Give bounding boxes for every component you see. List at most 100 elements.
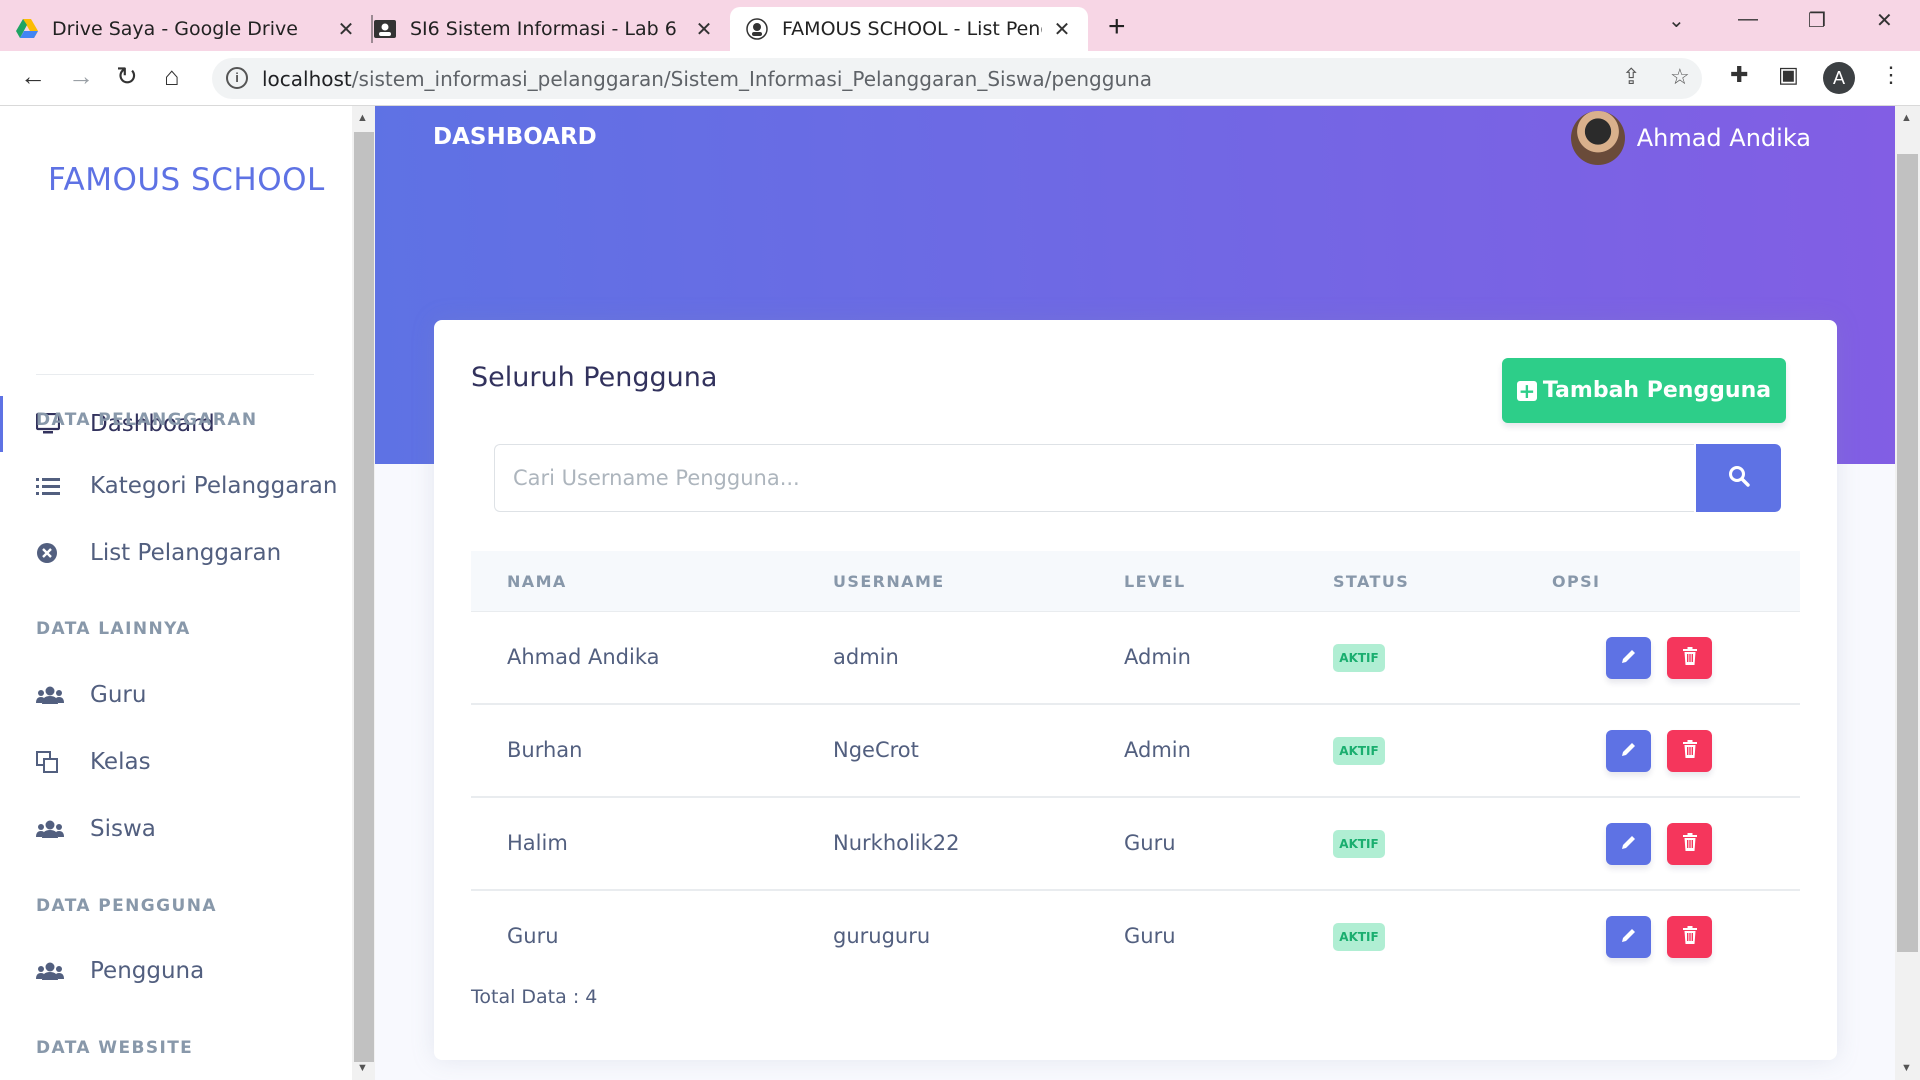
sidebar-item-label: Pengguna (90, 958, 205, 984)
status-badge: AKTIF (1333, 644, 1385, 672)
tab-separator (371, 15, 373, 43)
cell-level: Guru (1124, 831, 1176, 855)
delete-button[interactable] (1667, 637, 1712, 679)
sidebar-item-kategori-pelanggaran[interactable]: Kategori Pelanggaran (0, 458, 340, 514)
user-menu[interactable]: Ahmad Andika (1570, 111, 1811, 165)
edit-button[interactable] (1606, 730, 1651, 772)
home-icon[interactable]: ⌂ (164, 61, 180, 92)
tab-title: SI6 Sistem Informasi - Lab 6 (410, 18, 677, 40)
sidebar: FAMOUS SCHOOL Dashboard DATA PELANGGARAN… (0, 106, 352, 1080)
edit-button[interactable] (1606, 637, 1651, 679)
close-icon[interactable]: ✕ (692, 17, 716, 41)
cell-username: admin (833, 645, 899, 669)
users-card: Seluruh Pengguna + Tambah Pengguna NAMA … (434, 320, 1837, 1060)
tab-title: FAMOUS SCHOOL - List Penggun (782, 18, 1042, 40)
tab-search-chevron-down-icon[interactable]: ⌄ (1668, 8, 1685, 33)
add-user-button[interactable]: + Tambah Pengguna (1502, 358, 1786, 423)
pencil-icon (1620, 926, 1638, 949)
bookmark-star-icon[interactable]: ☆ (1670, 64, 1690, 90)
site-info-icon[interactable]: i (226, 67, 248, 89)
side-panel-icon[interactable]: ▣ (1778, 62, 1799, 88)
heading-data-lainnya: DATA LAINNYA (36, 619, 191, 639)
main-content: DASHBOARD Ahmad Andika Seluruh Pengguna … (375, 106, 1895, 1080)
sidebar-item-list-pelanggaran[interactable]: List Pelanggaran (0, 525, 340, 581)
tab-google-drive[interactable]: Drive Saya - Google Drive ✕ (16, 7, 372, 51)
profile-avatar[interactable]: A (1823, 62, 1855, 94)
share-icon[interactable]: ⇪ (1622, 64, 1640, 90)
edit-button[interactable] (1606, 823, 1651, 865)
page-scrollbar-thumb[interactable] (1897, 154, 1918, 952)
sidebar-divider (36, 374, 314, 375)
sidebar-item-label: Kategori Pelanggaran (90, 473, 338, 499)
restore-icon[interactable]: ❐ (1808, 8, 1826, 33)
status-badge: AKTIF (1333, 830, 1385, 858)
sidebar-item-siswa[interactable]: Siswa (0, 801, 340, 857)
forward-arrow-icon[interactable]: → (68, 61, 94, 92)
total-data-text: Total Data : 4 (471, 986, 598, 1008)
pencil-icon (1620, 647, 1638, 670)
times-circle-icon (36, 542, 90, 564)
scroll-up-arrow-icon[interactable]: ▲ (1901, 112, 1912, 124)
column-header-status: STATUS (1333, 572, 1410, 591)
table-row: Halim Nurkholik22 Guru AKTIF (471, 798, 1800, 891)
delete-button[interactable] (1667, 916, 1712, 958)
column-header-level: LEVEL (1124, 572, 1186, 591)
menu-kebab-icon[interactable]: ⋮ (1880, 62, 1902, 88)
url-text[interactable]: localhost/sistem_informasi_pelanggaran/S… (262, 67, 1152, 91)
search-field (494, 444, 1694, 512)
sidebar-scrollbar-thumb[interactable] (354, 132, 374, 1062)
google-drive-icon (16, 18, 38, 40)
page-title[interactable]: DASHBOARD (433, 124, 597, 150)
sidebar-item-pengguna[interactable]: Pengguna (0, 943, 340, 999)
trash-icon (1682, 832, 1698, 856)
scroll-down-arrow-icon[interactable]: ▼ (1901, 1062, 1912, 1074)
site-favicon-icon (746, 18, 768, 40)
cell-username: Nurkholik22 (833, 831, 960, 855)
tab-si6-lab[interactable]: SI6 Sistem Informasi - Lab 6 ✕ (374, 7, 730, 51)
cell-level: Admin (1124, 645, 1191, 669)
reload-icon[interactable]: ↻ (116, 61, 138, 92)
cell-nama: Guru (507, 924, 559, 948)
column-header-opsi: OPSI (1552, 572, 1601, 591)
cell-nama: Ahmad Andika (507, 645, 660, 669)
status-badge: AKTIF (1333, 737, 1385, 765)
sidebar-item-label: List Pelanggaran (90, 540, 282, 566)
sidebar-item-label: Kelas (90, 749, 151, 775)
tab-famous-school[interactable]: FAMOUS SCHOOL - List Penggun ✕ (730, 7, 1088, 51)
users-icon (36, 819, 90, 839)
sidebar-item-guru[interactable]: Guru (0, 667, 340, 723)
tab-title: Drive Saya - Google Drive (52, 18, 298, 40)
close-icon[interactable]: ✕ (1050, 17, 1074, 41)
close-icon[interactable]: ✕ (334, 17, 358, 41)
sidebar-item-label: Siswa (90, 816, 156, 842)
table-header: NAMA USERNAME LEVEL STATUS OPSI (471, 551, 1800, 612)
minimize-icon[interactable]: — (1738, 8, 1758, 31)
window-close-icon[interactable]: ✕ (1876, 8, 1893, 33)
trash-icon (1682, 646, 1698, 670)
address-bar[interactable]: i localhost/sistem_informasi_pelanggaran… (212, 58, 1702, 99)
status-badge: AKTIF (1333, 923, 1385, 951)
clone-icon (36, 751, 90, 773)
search-button[interactable] (1696, 444, 1781, 512)
sidebar-item-label: Guru (90, 682, 147, 708)
heading-data-pengguna: DATA PENGGUNA (36, 896, 217, 916)
delete-button[interactable] (1667, 730, 1712, 772)
cell-level: Guru (1124, 924, 1176, 948)
extensions-puzzle-icon[interactable]: ✚ (1730, 62, 1748, 88)
scroll-down-arrow-icon[interactable]: ▼ (357, 1062, 368, 1074)
scroll-up-arrow-icon[interactable]: ▲ (357, 112, 368, 124)
delete-button[interactable] (1667, 823, 1712, 865)
trash-icon (1682, 925, 1698, 949)
users-icon (36, 961, 90, 981)
new-tab-plus-icon[interactable]: + (1108, 10, 1126, 44)
edit-button[interactable] (1606, 916, 1651, 958)
back-arrow-icon[interactable]: ← (20, 61, 46, 92)
plus-square-icon: + (1516, 378, 1537, 403)
sidebar-item-kelas[interactable]: Kelas (0, 734, 340, 790)
table-row: Ahmad Andika admin Admin AKTIF (471, 612, 1800, 705)
user-name: Ahmad Andika (1636, 124, 1811, 152)
brand-logo[interactable]: FAMOUS SCHOOL (48, 162, 325, 198)
cell-username: NgeCrot (833, 738, 919, 762)
search-input[interactable] (495, 445, 1694, 511)
pencil-icon (1620, 833, 1638, 856)
